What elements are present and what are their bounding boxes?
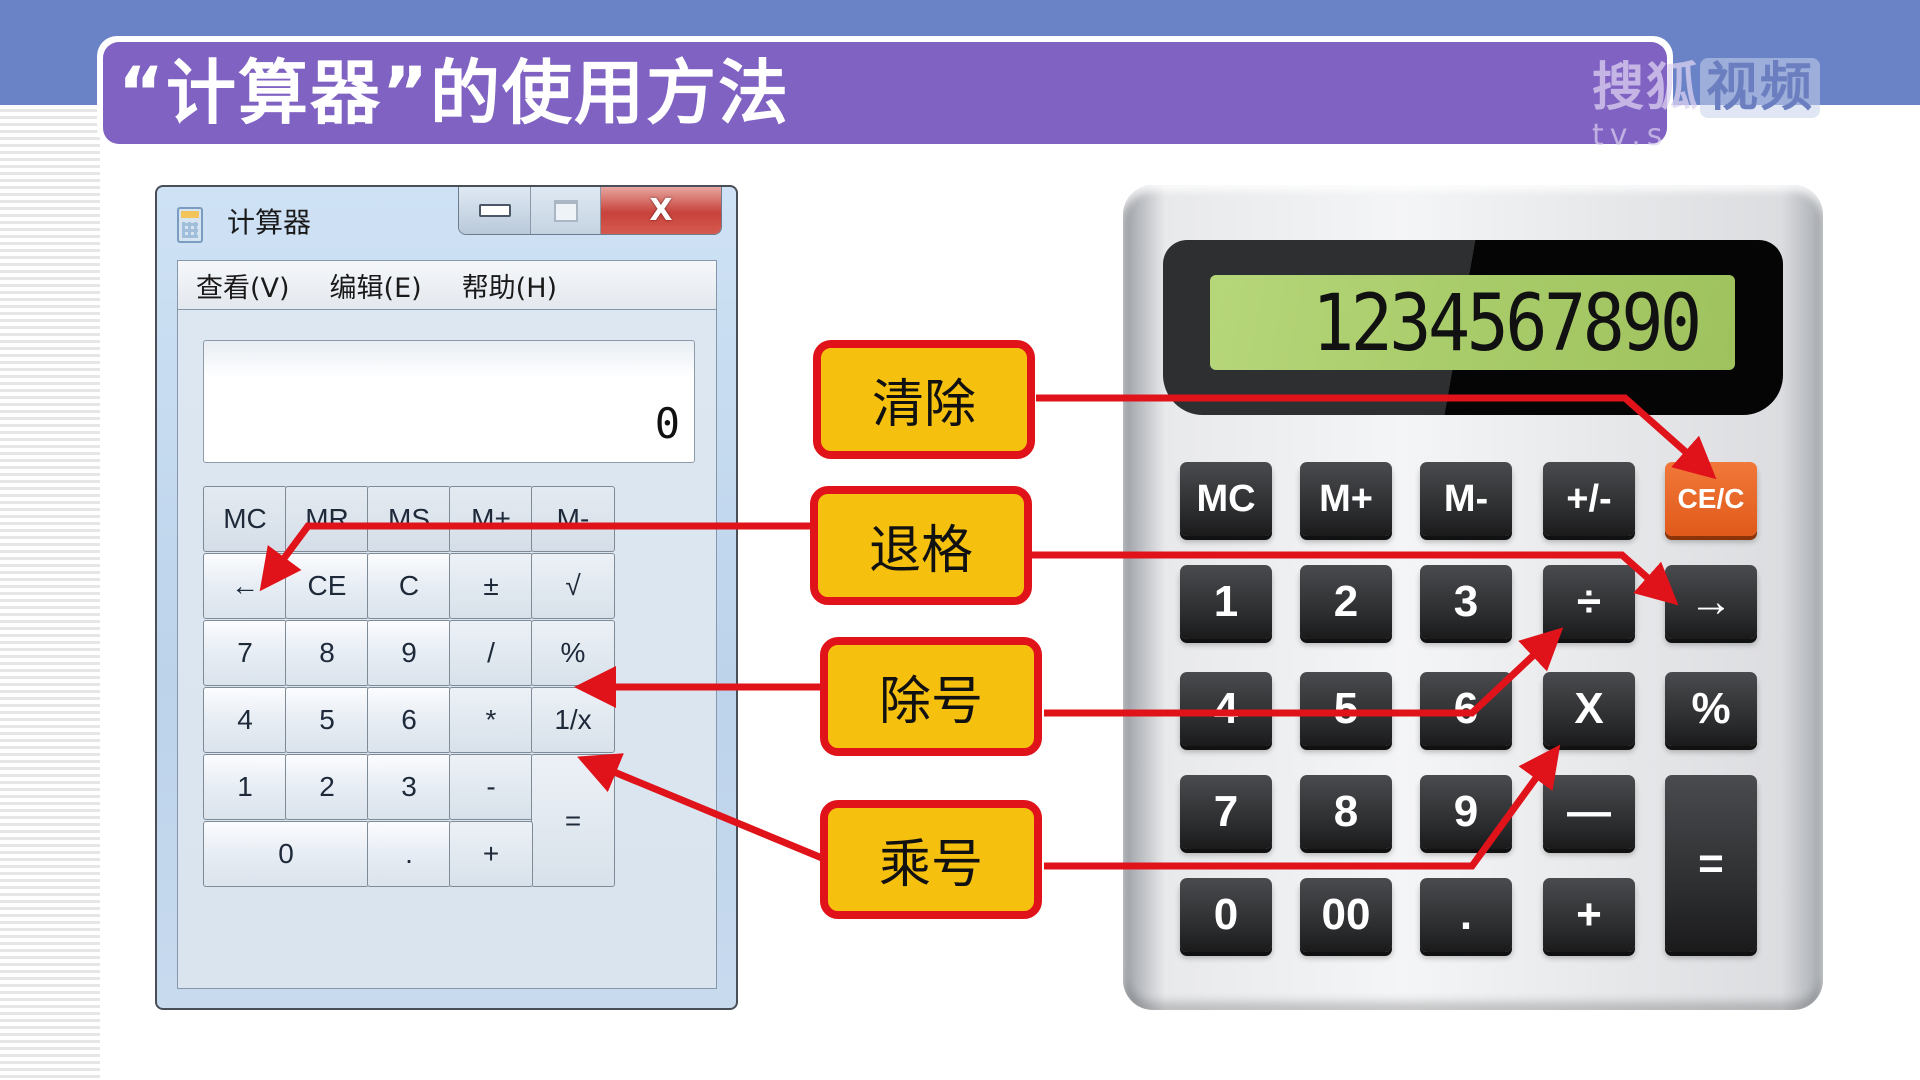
- key-9[interactable]: 9: [1420, 775, 1512, 849]
- percent-key[interactable]: %: [1665, 672, 1757, 746]
- callout-divide-label: 除号: [878, 672, 983, 732]
- minimize-icon: [478, 204, 511, 217]
- key-2[interactable]: 2: [285, 754, 369, 820]
- windows-calculator-window: 计算器 X 查看(V) 编辑(E) 帮助(H) 0 MC MR MS M+ M- ← CE C…: [155, 185, 738, 1010]
- decimal-key[interactable]: .: [1420, 878, 1512, 952]
- callout-clear: 清除: [813, 340, 1035, 459]
- clear-key[interactable]: C: [367, 553, 451, 619]
- slide-title: “计算器”的使用方法: [118, 52, 791, 134]
- multiply-key[interactable]: *: [449, 687, 533, 753]
- key-3[interactable]: 3: [1420, 565, 1512, 639]
- menu-bar: 查看(V) 编辑(E) 帮助(H): [177, 260, 717, 310]
- close-icon: X: [649, 193, 673, 228]
- callout-multiply-label: 乘号: [878, 835, 983, 895]
- callout-clear-label: 清除: [871, 375, 976, 435]
- key-mr[interactable]: MR: [285, 486, 369, 552]
- key-5[interactable]: 5: [285, 687, 369, 753]
- clear-entry-key[interactable]: CE: [285, 553, 369, 619]
- plus-minus-key[interactable]: +/-: [1543, 462, 1635, 536]
- m-minus-key[interactable]: M-: [1420, 462, 1512, 536]
- key-ms[interactable]: MS: [367, 486, 451, 552]
- lcd-display: 1234567890: [1210, 275, 1735, 370]
- calculator-body: 0 MC MR MS M+ M- ← CE C ± √ 7 8 9/% 4 5 6 * 1/x 1 2 3- = 0. +: [177, 309, 717, 989]
- calculator-display: 0: [203, 340, 695, 463]
- ce-c-key[interactable]: CE/C: [1665, 462, 1757, 536]
- maximize-icon: [553, 199, 578, 222]
- calculator-app-icon: [177, 207, 203, 243]
- reciprocal-key[interactable]: 1/x: [531, 687, 615, 753]
- window-title: 计算器: [227, 206, 312, 239]
- key-5[interactable]: 5: [1300, 672, 1392, 746]
- double-zero-key[interactable]: 00: [1300, 878, 1392, 952]
- add-key[interactable]: +: [1543, 878, 1635, 952]
- divide-key[interactable]: ÷: [1543, 565, 1635, 639]
- key-7[interactable]: 7: [203, 620, 287, 686]
- callout-divide: 除号: [820, 637, 1042, 756]
- watermark-domain: tv.s: [1592, 118, 1669, 153]
- key-4[interactable]: 4: [1180, 672, 1272, 746]
- key-8[interactable]: 8: [285, 620, 369, 686]
- add-key[interactable]: +: [449, 821, 533, 887]
- equals-key[interactable]: =: [1665, 775, 1757, 952]
- percent-key[interactable]: %: [531, 620, 615, 686]
- menu-view[interactable]: 查看(V): [196, 266, 290, 305]
- callout-backspace: 退格: [810, 486, 1032, 605]
- display-bezel: 1234567890: [1163, 240, 1783, 415]
- key-2[interactable]: 2: [1300, 565, 1392, 639]
- key-0[interactable]: 0: [203, 821, 369, 887]
- watermark-logo: 搜狐 视频: [1592, 45, 1821, 120]
- subtract-key[interactable]: -: [449, 754, 533, 820]
- decimal-key[interactable]: .: [367, 821, 451, 887]
- subtract-key[interactable]: —: [1543, 775, 1635, 849]
- physical-calculator: 1234567890 MC M+ M- +/- CE/C 1 2 3 ÷ → 4 5 6 X% 7 8 9 — = 0…: [1123, 185, 1823, 1010]
- key-6[interactable]: 6: [367, 687, 451, 753]
- key-3[interactable]: 3: [367, 754, 451, 820]
- maximize-button[interactable]: [531, 187, 601, 234]
- left-stripes: [0, 105, 100, 1080]
- sqrt-key[interactable]: √: [531, 553, 615, 619]
- callout-multiply: 乘号: [820, 800, 1042, 919]
- caption-buttons: X: [458, 187, 722, 235]
- backspace-key[interactable]: ←: [203, 553, 287, 619]
- menu-edit[interactable]: 编辑(E): [330, 266, 422, 305]
- key-mc[interactable]: MC: [203, 486, 287, 552]
- watermark-brand-b: 视频: [1700, 58, 1821, 118]
- menu-help[interactable]: 帮助(H): [462, 266, 557, 305]
- key-m[interactable]: M+: [449, 486, 533, 552]
- minimize-button[interactable]: [459, 187, 531, 234]
- negate-key[interactable]: ±: [449, 553, 533, 619]
- backspace-key[interactable]: →: [1665, 565, 1757, 639]
- key-1[interactable]: 1: [203, 754, 287, 820]
- equals-key[interactable]: =: [531, 754, 615, 887]
- watermark-brand-a: 搜狐: [1592, 58, 1701, 118]
- display-value: 0: [654, 399, 680, 448]
- key-m[interactable]: M-: [531, 486, 615, 552]
- callout-backspace-label: 退格: [868, 521, 973, 581]
- lcd-value: 1234567890: [1312, 279, 1702, 369]
- key-9[interactable]: 9: [367, 620, 451, 686]
- m-plus-key[interactable]: M+: [1300, 462, 1392, 536]
- multiply-key[interactable]: X: [1543, 672, 1635, 746]
- key-4[interactable]: 4: [203, 687, 287, 753]
- mc-key[interactable]: MC: [1180, 462, 1272, 536]
- key-7[interactable]: 7: [1180, 775, 1272, 849]
- key-1[interactable]: 1: [1180, 565, 1272, 639]
- key-6[interactable]: 6: [1420, 672, 1512, 746]
- key-8[interactable]: 8: [1300, 775, 1392, 849]
- key-0[interactable]: 0: [1180, 878, 1272, 952]
- divide-key[interactable]: /: [449, 620, 533, 686]
- close-button[interactable]: X: [601, 187, 721, 234]
